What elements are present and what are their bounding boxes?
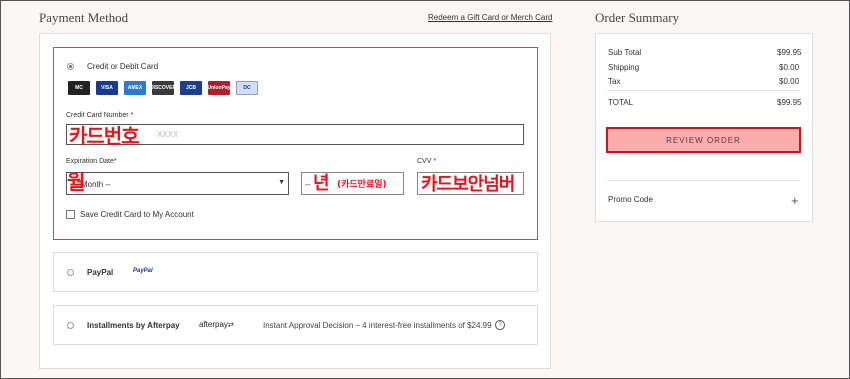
- payment-method-title: Payment Method: [39, 10, 129, 25]
- save-card-label: Save Credit Card to My Account: [80, 210, 194, 219]
- afterpay-info: Instant Approval Decision – 4 interest-f…: [263, 321, 492, 330]
- unionpay-logo: UnionPay: [207, 81, 231, 95]
- year-annotation: 년: [313, 173, 330, 194]
- cvv-annotation: 카드보안넘버: [421, 174, 515, 195]
- afterpay-radio[interactable]: [67, 322, 74, 329]
- total-label: TOTAL: [608, 98, 634, 107]
- tax-value: $0.00: [779, 77, 800, 86]
- credit-card-radio[interactable]: [67, 63, 74, 70]
- visa-logo: VISA: [96, 81, 118, 95]
- subtotal-label: Sub Total: [608, 48, 642, 57]
- month-annotation: 월: [67, 170, 86, 194]
- year-annotation-sub: (카드만료일): [337, 180, 387, 190]
- order-summary-title: Order Summary: [595, 10, 680, 25]
- card-number-placeholder: XXXX: [157, 130, 179, 139]
- expiration-month-select[interactable]: Month -- ▼: [66, 172, 289, 195]
- discover-logo: DISCOVER: [150, 81, 176, 95]
- shipping-label: Shipping: [608, 63, 640, 72]
- month-select-value: Month --: [81, 180, 111, 189]
- redeem-gift-card-link[interactable]: Redeem a Gift Card or Merch Card: [428, 13, 553, 22]
- plus-icon[interactable]: +: [791, 194, 799, 207]
- card-number-label: Credit Card Number *: [66, 112, 134, 119]
- paypal-logo: PayPal: [133, 268, 153, 274]
- shipping-value: $0.00: [779, 63, 800, 72]
- jcb-logo: JCB: [180, 81, 202, 95]
- tax-label: Tax: [608, 77, 621, 86]
- amex-logo: AMEX: [124, 81, 146, 95]
- summary-divider: [607, 90, 800, 91]
- year-select-value: --: [305, 180, 311, 189]
- total-value: $99.95: [777, 98, 802, 107]
- afterpay-label: Installments by Afterpay: [87, 321, 180, 330]
- mastercard-logo: MC: [68, 81, 90, 95]
- card-number-annotation: 카드번호: [69, 124, 140, 148]
- afterpay-logo-text: afterpay: [199, 320, 228, 329]
- afterpay-logo: afterpay⇄: [199, 320, 234, 329]
- subtotal-value: $99.95: [777, 48, 802, 57]
- promo-code-label[interactable]: Promo Code: [608, 195, 653, 204]
- paypal-label: PayPal: [87, 268, 114, 277]
- chevron-down-icon: ▼: [278, 179, 285, 186]
- expiration-label: Expiration Date*: [66, 158, 117, 165]
- review-order-button[interactable]: REVIEW ORDER: [606, 127, 801, 153]
- afterpay-arrow-icon: ⇄: [227, 322, 234, 329]
- cvv-label: CVV *: [417, 158, 437, 165]
- diners-logo: DC: [236, 81, 258, 95]
- promo-divider: [607, 180, 800, 181]
- paypal-radio[interactable]: [67, 269, 74, 276]
- credit-card-option-label: Credit or Debit Card: [87, 62, 159, 71]
- card-logos: MC VISA AMEX DISCOVER JCB UnionPay DC: [68, 81, 258, 95]
- paypal-option[interactable]: [53, 252, 538, 292]
- save-card-checkbox[interactable]: [66, 210, 75, 219]
- help-icon[interactable]: ?: [495, 320, 505, 330]
